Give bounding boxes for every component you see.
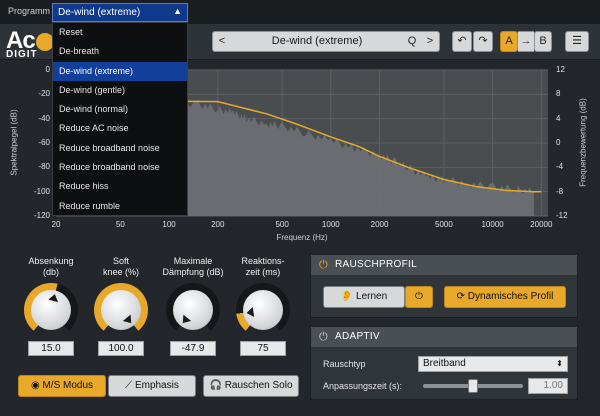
knob-cap [101, 290, 141, 330]
dropdown-item[interactable]: Reduce AC noise [53, 119, 187, 138]
learn-power-button[interactable]: ⏻ [405, 286, 433, 308]
knob-cap [173, 290, 213, 330]
adaptive-panel: ⏻ ADAPTIV Rauschtyp Breitband ⬍ Anpassun… [310, 326, 578, 400]
x-tick: 1000 [321, 220, 340, 229]
y-left-tick: -100 [33, 186, 50, 196]
app-window: Programm De-wind (extreme) ▲ Ac DIGIT < … [0, 0, 600, 416]
dynamic-profile-button[interactable]: ⟳ Dynamisches Profil [444, 286, 566, 308]
noise-type-select[interactable]: Breitband ⬍ [418, 356, 568, 372]
program-select[interactable]: De-wind (extreme) ▲ [52, 3, 188, 22]
y-right-tick: 8 [556, 89, 561, 99]
program-dropdown-list[interactable]: Reset De-breath De-wind (extreme) De-wind (… [52, 22, 188, 216]
ab-b-button[interactable]: B [534, 31, 552, 52]
knob-label: Soft knee (%) [102, 256, 139, 277]
x-tick: 5000 [435, 220, 453, 229]
knob-value-field[interactable]: 100.0 [98, 341, 144, 356]
x-tick: 200 [211, 220, 225, 229]
y-right-tick: -4 [556, 162, 564, 172]
y-left-tick: -40 [38, 113, 50, 123]
preset-next-button[interactable]: > [421, 32, 439, 51]
preset-bar: < De-wind (extreme) Q > [212, 31, 440, 52]
x-tick: 2000 [370, 220, 389, 229]
noise-type-label: Rauschtyp [323, 359, 366, 369]
power-icon[interactable]: ⏻ [319, 255, 328, 275]
adapt-time-slider-thumb[interactable] [468, 379, 478, 393]
updown-icon: ⬍ [556, 359, 563, 368]
logo-dot-icon [35, 32, 54, 51]
y-left-tick: -60 [38, 138, 50, 147]
learn-button[interactable]: 👂 Lernen [323, 286, 405, 308]
dropdown-item[interactable]: Reduce rumble [53, 197, 187, 216]
y-right-tick: 12 [556, 65, 565, 74]
ab-copy-button[interactable]: → [518, 31, 534, 52]
program-label: Programm [8, 6, 51, 16]
dropdown-item[interactable]: Reduce hiss [53, 177, 187, 196]
y-left-tick: -20 [38, 89, 50, 99]
noise-solo-button[interactable]: 🎧 Rauschen Solo [203, 375, 299, 397]
menu-button[interactable]: ☰ [565, 31, 589, 52]
caret-up-icon: ▲ [173, 6, 182, 16]
knob[interactable] [94, 283, 148, 337]
dropdown-item[interactable]: Reset [53, 23, 187, 42]
y-right-axis-label: Frequenzbewertung (dB) [578, 98, 588, 187]
y-left-tick: -120 [33, 211, 50, 220]
noise-profile-panel: ⏻ RAUSCHPROFIL 👂 Lernen ⏻ ⟳ Dynamisches … [310, 254, 578, 318]
y-right-tick: -8 [556, 186, 564, 196]
headphones-icon: 🎧 [209, 380, 225, 391]
y-left-tick: -80 [38, 162, 50, 172]
ms-icon: ◉ [30, 380, 43, 391]
preset-name[interactable]: De-wind (extreme) [233, 35, 401, 47]
dropdown-item[interactable]: De-wind (gentle) [53, 81, 187, 100]
x-tick: 50 [115, 220, 125, 229]
power-icon[interactable]: ⏻ [319, 327, 328, 347]
x-tick: 500 [275, 220, 289, 229]
y-right-tick: 0 [556, 138, 561, 147]
x-tick: 10000 [481, 220, 504, 229]
adapt-time-value[interactable]: 1.00 [528, 378, 568, 394]
x-tick: 100 [162, 220, 176, 229]
ab-a-button[interactable]: A [500, 31, 518, 52]
search-icon[interactable]: Q [403, 32, 421, 51]
dropdown-item[interactable]: De-breath [53, 42, 187, 61]
dropdown-item[interactable]: De-wind (extreme) [53, 61, 187, 81]
knob-value-field[interactable]: -47.9 [170, 341, 216, 356]
y-right-tick: 4 [556, 113, 561, 123]
program-bar: Programm De-wind (extreme) ▲ [0, 0, 600, 24]
y-left-axis-label: Spektralpegel (dB) [9, 109, 19, 176]
adapt-time-label: Anpassungszeit (s): [323, 381, 403, 391]
dropdown-item[interactable]: Reduce broadband noise [53, 158, 187, 177]
emphasis-button[interactable]: ⟋ Emphasis [108, 375, 196, 397]
refresh-icon: ⟳ [456, 291, 468, 302]
redo-button[interactable]: ↷ [473, 31, 493, 52]
x-axis-label: Frequenz (Hz) [276, 233, 328, 242]
emphasis-icon: ⟋ [125, 380, 135, 391]
dropdown-item[interactable]: Reduce broadband noise [53, 139, 187, 158]
logo-subtext: DIGIT [6, 49, 38, 60]
program-select-value: De-wind (extreme) [58, 7, 141, 18]
y-right-tick: -12 [556, 211, 568, 220]
undo-button[interactable]: ↶ [452, 31, 472, 52]
knob[interactable] [24, 283, 78, 337]
power-icon: ⏻ [415, 291, 423, 302]
preset-prev-button[interactable]: < [213, 32, 231, 51]
y-left-tick: 0 [45, 65, 50, 74]
adaptive-header: ⏻ ADAPTIV [311, 327, 577, 347]
knob[interactable] [166, 283, 220, 337]
ms-mode-button[interactable]: ◉ M/S Modus [18, 375, 106, 397]
x-tick: 20 [51, 220, 61, 229]
x-tick: 20000 [530, 220, 553, 229]
knob-pointer-icon [245, 306, 255, 318]
ear-icon: 👂 [340, 291, 357, 302]
knob-value-field[interactable]: 75 [240, 341, 286, 356]
knob-value-field[interactable]: 15.0 [28, 341, 74, 356]
knob-label: Reaktions- zeit (ms) [241, 256, 285, 277]
noise-profile-header: ⏻ RAUSCHPROFIL [311, 255, 577, 275]
dropdown-item[interactable]: De-wind (normal) [53, 100, 187, 119]
knob[interactable] [236, 283, 290, 337]
